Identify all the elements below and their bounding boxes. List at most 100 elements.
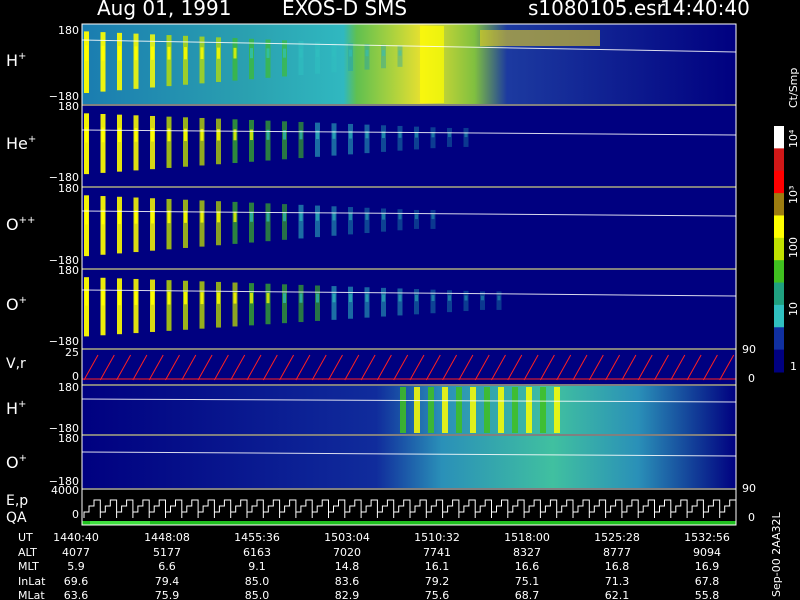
streak bbox=[150, 34, 155, 88]
flux-block bbox=[420, 26, 444, 103]
streak bbox=[348, 123, 353, 155]
rtick-ep-bottom: 0 bbox=[748, 511, 755, 524]
streak bbox=[216, 201, 221, 246]
streak bbox=[249, 202, 254, 243]
qa-bar-segment bbox=[90, 521, 150, 525]
streak bbox=[400, 387, 406, 433]
streak bbox=[315, 41, 320, 74]
panel-bg-h-plus-2 bbox=[82, 386, 736, 434]
colorbar-tick-1e3: 10³ bbox=[787, 186, 800, 204]
ephemeris-cell: 63.6 bbox=[64, 589, 89, 600]
panel-bg-he-plus bbox=[82, 106, 736, 186]
streak bbox=[232, 201, 238, 244]
streak bbox=[315, 285, 320, 321]
ephemeris-cell: 6163 bbox=[243, 546, 271, 559]
ephemeris-cell: 79.4 bbox=[155, 575, 180, 588]
streak bbox=[150, 115, 155, 170]
ephemeris-row-label: ALT bbox=[18, 546, 37, 559]
colorbar bbox=[774, 126, 784, 373]
spectrogram-svg: H+ He+ O++ O+ V,r H+ O+ E,p QA 180 −180 … bbox=[6, 23, 800, 600]
streak bbox=[364, 287, 370, 318]
streak bbox=[298, 284, 304, 323]
streak bbox=[298, 204, 304, 239]
streak bbox=[199, 36, 205, 84]
streak bbox=[348, 207, 353, 235]
ephemeris-cell: 1455:36 bbox=[234, 531, 280, 544]
colorbar-swatch bbox=[774, 349, 784, 373]
streak bbox=[456, 387, 462, 433]
streak bbox=[150, 279, 155, 332]
streak bbox=[100, 196, 106, 255]
ephemeris-cell: 16.6 bbox=[515, 560, 540, 573]
streak bbox=[282, 204, 287, 240]
ephemeris-cell: 5177 bbox=[153, 546, 181, 559]
ytick-o-plus-max: 180 bbox=[58, 264, 79, 277]
streak bbox=[249, 283, 254, 326]
ephemeris-cell: 1448:08 bbox=[144, 531, 190, 544]
ephemeris-row-label: MLat bbox=[18, 589, 45, 600]
streak bbox=[428, 387, 434, 433]
panel-label-he-plus: He+ bbox=[6, 134, 36, 153]
streak bbox=[216, 37, 221, 82]
colorbar-swatch bbox=[774, 215, 784, 239]
colorbar-swatch bbox=[774, 327, 784, 351]
streak bbox=[133, 278, 139, 334]
streak bbox=[498, 387, 504, 433]
streak bbox=[331, 286, 337, 320]
panel-label-h-plus: H+ bbox=[6, 51, 26, 70]
streak bbox=[216, 118, 221, 165]
streak bbox=[364, 207, 370, 234]
ytick-o-plus-2-max: 180 bbox=[58, 432, 79, 445]
streak bbox=[397, 125, 403, 151]
ephemeris-cell: 16.8 bbox=[605, 560, 630, 573]
ephemeris-cell: 16.9 bbox=[695, 560, 720, 573]
ephemeris-cell: 85.0 bbox=[245, 575, 270, 588]
ephemeris-cell: 6.6 bbox=[158, 560, 176, 573]
ephemeris-cell: 69.6 bbox=[64, 575, 89, 588]
ephemeris-cell: 83.6 bbox=[335, 575, 360, 588]
panel-bg-o-plus bbox=[82, 270, 736, 348]
colorbar-tick-100: 100 bbox=[787, 237, 800, 258]
streak bbox=[315, 122, 320, 157]
ephemeris-cell: 71.3 bbox=[605, 575, 630, 588]
streak bbox=[381, 287, 386, 317]
ephemeris-cell: 5.9 bbox=[67, 560, 85, 573]
streak bbox=[397, 45, 403, 67]
streak bbox=[381, 208, 386, 232]
streak bbox=[117, 196, 122, 254]
streak bbox=[100, 32, 106, 92]
streak bbox=[414, 387, 420, 433]
streak bbox=[381, 125, 386, 152]
streak bbox=[199, 117, 205, 166]
streak bbox=[526, 387, 532, 433]
ephemeris-cell: 1532:56 bbox=[684, 531, 730, 544]
streak bbox=[183, 35, 188, 85]
qa-bar bbox=[82, 521, 736, 525]
colorbar-swatch bbox=[774, 126, 784, 149]
ephemeris-table: UT ALTMLT InLatMLat 1440:40 40775.9 69.663.6 1… bbox=[18, 531, 730, 600]
streak bbox=[100, 277, 106, 336]
ephemeris-cell: 1518:00 bbox=[504, 531, 550, 544]
ephemeris-cell: 8327 bbox=[513, 546, 541, 559]
streak bbox=[554, 387, 560, 433]
streak bbox=[199, 200, 205, 247]
colorbar-swatch bbox=[774, 260, 784, 284]
streak bbox=[166, 280, 172, 331]
streak bbox=[249, 38, 254, 80]
panel-label-o-plusplus: O++ bbox=[6, 215, 35, 234]
streak bbox=[166, 116, 172, 168]
streak bbox=[199, 281, 205, 329]
streak bbox=[117, 114, 122, 172]
streak bbox=[232, 119, 238, 164]
ephemeris-cell: 4077 bbox=[62, 546, 90, 559]
ephemeris-cell: 79.2 bbox=[425, 575, 450, 588]
streak bbox=[117, 32, 122, 91]
ephemeris-cell: 62.1 bbox=[605, 589, 630, 600]
streak bbox=[364, 43, 370, 70]
streak bbox=[470, 387, 476, 433]
streak bbox=[315, 205, 320, 238]
ephemeris-cell: 1525:28 bbox=[594, 531, 640, 544]
panel-label-o-plus: O+ bbox=[6, 295, 27, 314]
streak bbox=[216, 281, 221, 328]
streak bbox=[183, 117, 188, 167]
